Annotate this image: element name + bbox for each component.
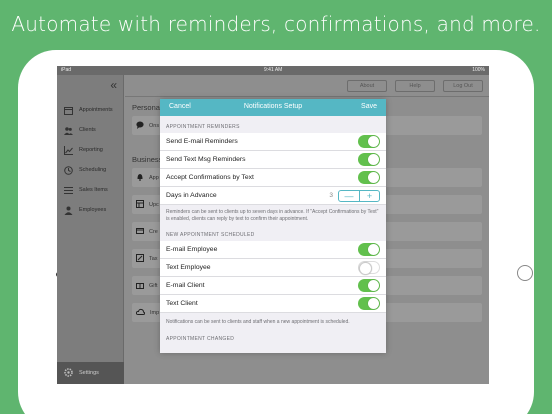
setting-row: E-mail Employee [160,241,386,259]
gear-icon [64,367,73,379]
clock-icon [63,165,73,175]
home-button[interactable] [517,265,533,281]
top-bar: About Help Log Out [125,75,489,97]
battery-label: 100% [472,67,485,73]
card-icon [136,227,144,237]
list-icon [63,186,73,195]
calendar-grid-icon [136,199,144,210]
email-client-toggle[interactable] [358,279,380,292]
sidebar-item-label: Scheduling [79,167,107,173]
sidebar-item-sales-items[interactable]: Sales Items [63,183,108,197]
sidebar-item-label: Appointments [79,107,113,113]
bell-icon [136,173,144,183]
sidebar-item-label: Reporting [79,147,103,153]
setting-label: Send Text Msg Reminders [166,156,246,163]
modal-header: Notifications Setup Cancel Save [160,99,386,116]
increment-button[interactable]: + [359,190,379,201]
settings-label: Settings [79,370,99,376]
setting-label: Send E-mail Reminders [166,138,238,145]
logout-button[interactable]: Log Out [443,80,483,92]
text-employee-toggle[interactable] [358,261,380,275]
sidebar-item-reporting[interactable]: Reporting [63,143,103,157]
headline: Automate with reminders, confirmations, … [11,12,541,36]
setting-label: Text Employee [166,264,211,271]
sidebar-item-label: Sales Items [79,187,108,193]
setting-label: Text Client [166,300,198,307]
cloud-icon [135,308,146,318]
calendar-icon [63,106,73,115]
email-reminders-toggle[interactable] [358,135,380,148]
group-label-reminders: APPOINTMENT REMINDERS [166,124,240,130]
gift-icon [136,281,144,291]
time-label: 9:41 AM [264,67,283,73]
people-icon [63,126,73,135]
sidebar-item-appointments[interactable]: Appointments [63,103,113,117]
setting-row: Send Text Msg Reminders [160,151,386,169]
chart-icon [63,145,73,155]
device-label: iPad [61,67,72,73]
setting-row: E-mail Client [160,277,386,295]
notifications-setup-modal: Notifications Setup Cancel Save APPOINTM… [160,99,386,353]
days-stepper-group: 3 — + [329,189,380,202]
setting-row: Send E-mail Reminders [160,133,386,151]
status-bar: iPad 9:41 AM 100% [57,66,489,75]
sidebar-item-label: Clients [79,127,96,133]
reminders-note: Reminders can be sent to clients up to s… [166,209,379,222]
help-button[interactable]: Help [395,80,435,92]
text-client-toggle[interactable] [358,297,380,310]
email-employee-toggle[interactable] [358,243,380,256]
setting-row: Accept Confirmations by Text [160,169,386,187]
sidebar-item-settings[interactable]: Settings [57,362,124,384]
setting-row: Text Client [160,295,386,313]
row-label: Ons [149,122,160,129]
row-label: Gift [149,282,158,289]
row-label: Imp [150,309,160,316]
setting-row: Days in Advance 3 — + [160,187,386,205]
setting-label: Accept Confirmations by Text [166,174,254,181]
tax-icon [136,253,144,264]
accept-confirmations-toggle[interactable] [358,171,380,184]
modal-title: Notifications Setup [243,103,303,110]
row-label: Cre [149,228,158,235]
row-label: Upc [149,201,159,208]
row-label: Tax [149,255,158,262]
double-chevron-left-icon[interactable]: « [110,79,117,91]
section-business: Business [132,155,163,164]
about-button[interactable]: About [347,80,387,92]
save-button[interactable]: Save [361,103,377,110]
sidebar-item-scheduling[interactable]: Scheduling [63,163,106,177]
section-personal: Personal [132,103,162,112]
sidebar: « Appointments Clients Reporting Schedul… [57,75,124,384]
group-label-appointment-changed: APPOINTMENT CHANGED [166,335,235,342]
days-value: 3 [329,192,333,199]
setting-label: E-mail Client [166,282,205,289]
row-label: App [149,174,159,181]
setting-row: Text Employee [160,259,386,277]
decrement-button[interactable]: — [339,191,359,201]
setting-label: Days in Advance [166,192,217,199]
cancel-button[interactable]: Cancel [169,103,191,110]
group-label-new-appointment: NEW APPOINTMENT SCHEDULED [166,232,255,238]
new-appointment-note: Notifications can be sent to clients and… [166,319,350,325]
speech-bubble-icon [136,121,144,131]
days-stepper: — + [338,189,380,202]
setting-label: E-mail Employee [166,246,218,253]
sidebar-item-employees[interactable]: Employees [63,203,106,217]
text-reminders-toggle[interactable] [358,153,380,166]
employees-icon [63,206,73,215]
sidebar-item-clients[interactable]: Clients [63,123,96,137]
sidebar-item-label: Employees [79,207,107,213]
